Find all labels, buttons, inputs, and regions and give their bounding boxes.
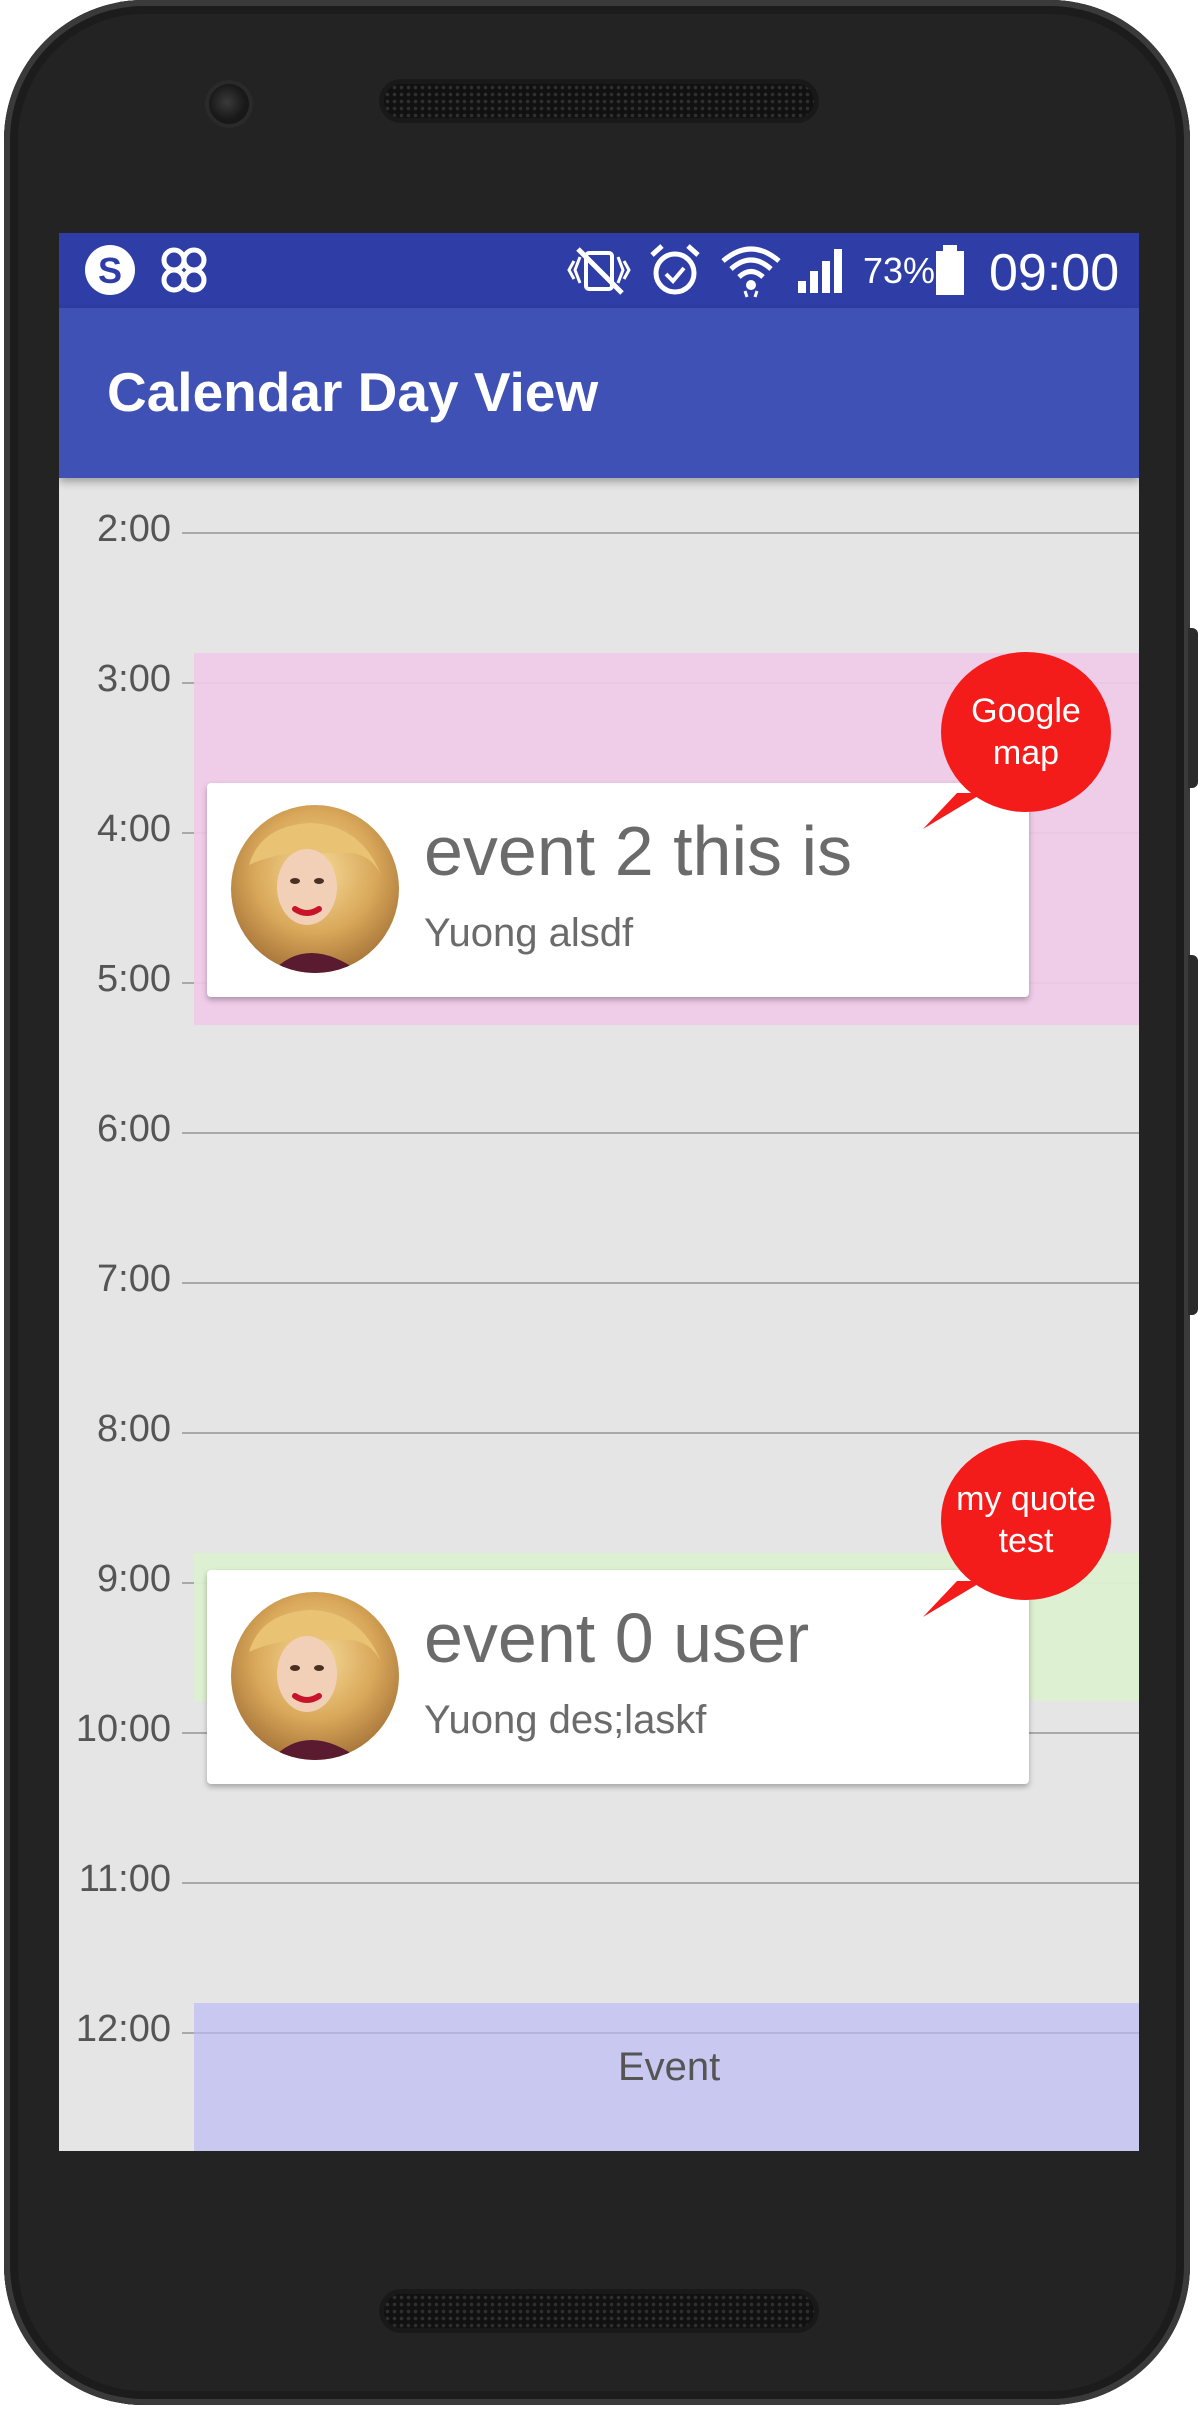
hour-label: 11:00 — [78, 1858, 171, 1900]
avatar — [231, 1592, 399, 1760]
svg-text:S: S — [98, 250, 122, 291]
bottom-speaker — [384, 2294, 814, 2328]
hour-line — [182, 1282, 1139, 1284]
event-subtitle: Yuong des;laskf — [424, 1698, 707, 1742]
event-subtitle: Yuong alsdf — [424, 911, 634, 955]
hour-line — [182, 1432, 1139, 1434]
volume-button — [1188, 955, 1198, 1315]
avatar — [231, 805, 399, 973]
fan-icon — [161, 247, 207, 293]
hour-label: 4:00 — [97, 808, 171, 850]
battery-percent: 73% — [863, 250, 936, 291]
vibrate-off-icon — [567, 247, 631, 295]
alarm-icon — [650, 244, 700, 295]
hour-label: 3:00 — [97, 658, 171, 700]
event-title: event 0 user — [424, 1599, 810, 1677]
hour-label: 2:00 — [97, 508, 171, 550]
event-card[interactable]: event 0 user Yuong des;laskf — [207, 1570, 1029, 1784]
hour-label: 8:00 — [97, 1408, 171, 1450]
status-clock: 09:00 — [989, 244, 1120, 302]
hour-label: 9:00 — [97, 1558, 171, 1600]
app-title: Calendar Day View — [107, 361, 599, 423]
hour-label: 7:00 — [97, 1258, 171, 1300]
event-bubble[interactable]: Google map — [941, 652, 1111, 812]
power-button — [1188, 628, 1198, 788]
skype-icon: S — [85, 245, 135, 295]
hour-line — [194, 2032, 1139, 2034]
hour-line — [182, 1132, 1139, 1134]
event-bubble[interactable]: my quote test — [941, 1440, 1111, 1600]
hour-label: 6:00 — [97, 1108, 171, 1150]
hour-line — [182, 1882, 1139, 1884]
event-block[interactable]: Event — [194, 2003, 1139, 2151]
wifi-icon — [721, 246, 781, 298]
top-speaker — [384, 84, 814, 118]
hour-label: 5:00 — [97, 958, 171, 1000]
hour-label: 10:00 — [75, 1708, 171, 1750]
front-camera — [209, 84, 249, 124]
app-bar: Calendar Day View — [59, 308, 1139, 478]
event-label: Event — [618, 2045, 721, 2089]
hour-line — [182, 532, 1139, 534]
event-card[interactable]: event 2 this is Yuong alsdf — [207, 783, 1029, 997]
avatar-portrait — [231, 805, 399, 973]
avatar-portrait — [231, 1592, 399, 1760]
event-title: event 2 this is — [424, 812, 852, 890]
battery-icon — [936, 245, 964, 295]
bubble-tail — [923, 1581, 983, 1617]
hour-label: 12:00 — [75, 2008, 171, 2050]
signal-icon — [798, 249, 842, 293]
screen: S 73% 09:00 Calendar Day View 2:00 3:00 … — [59, 233, 1139, 2151]
bubble-tail — [923, 793, 983, 829]
phone-frame: S 73% 09:00 Calendar Day View 2:00 3:00 … — [4, 0, 1198, 2405]
status-bar: S 73% 09:00 — [59, 233, 1139, 308]
